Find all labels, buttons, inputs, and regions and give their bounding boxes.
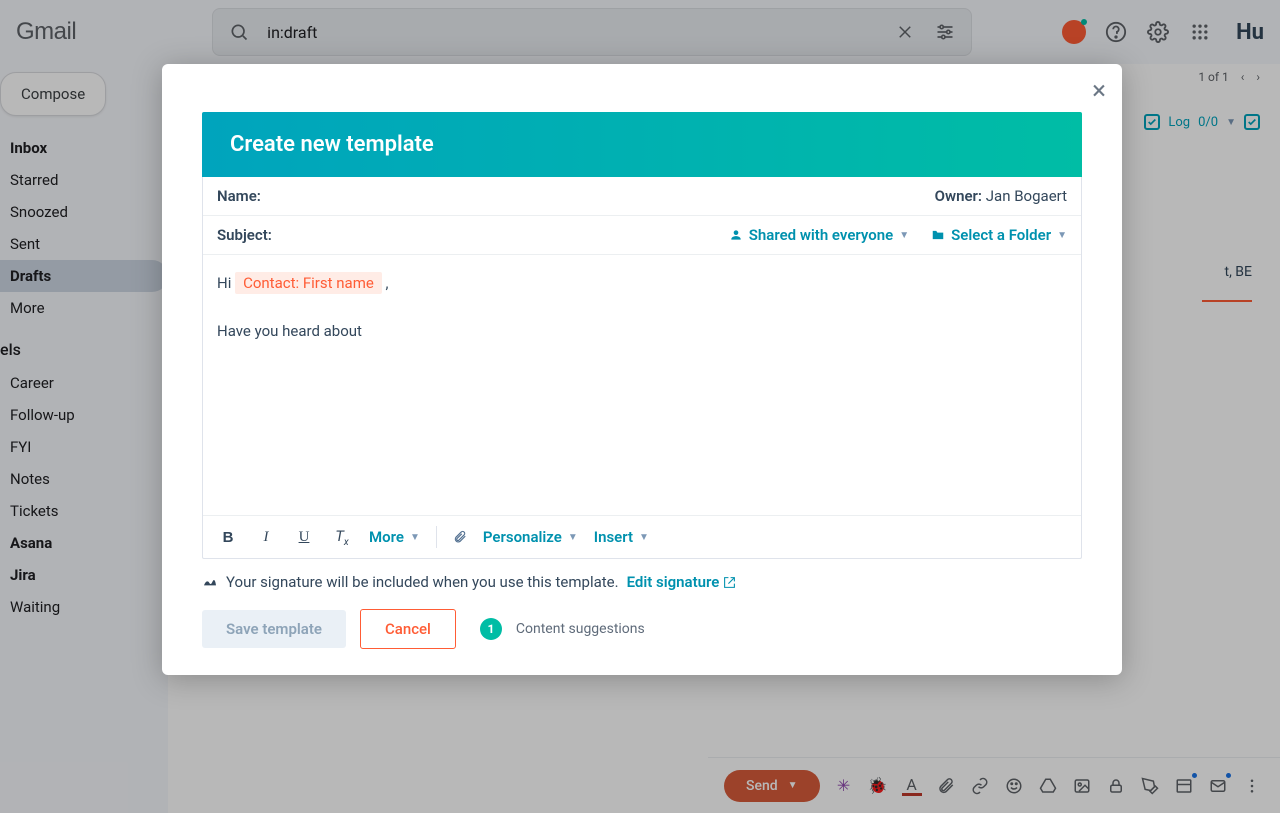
editor-line-1: Hi Contact: First name , <box>217 271 1067 295</box>
name-row: Name: Owner: Jan Bogaert <box>203 177 1081 216</box>
attachment-button[interactable] <box>453 528 467 546</box>
bold-button[interactable]: B <box>217 529 239 546</box>
chevron-down-icon: ▼ <box>639 532 649 543</box>
editor-line-2: Have you heard about <box>217 319 1067 343</box>
user-icon <box>729 228 743 242</box>
underline-button[interactable]: U <box>293 529 315 546</box>
toolbar-divider <box>436 526 437 548</box>
signature-notice: Your signature will be included when you… <box>162 559 1122 591</box>
greeting-comma: , <box>382 274 389 292</box>
folder-icon <box>931 228 945 242</box>
more-formatting-dropdown[interactable]: More ▼ <box>369 528 420 546</box>
template-editor[interactable]: Hi Contact: First name , Have you heard … <box>203 255 1081 515</box>
greeting-text: Hi <box>217 274 235 292</box>
save-template-button[interactable]: Save template <box>202 610 346 648</box>
cancel-button[interactable]: Cancel <box>360 609 456 649</box>
personalize-dropdown[interactable]: Personalize ▼ <box>483 528 578 546</box>
subject-row-right: Shared with everyone ▼ Select a Folder ▼ <box>729 226 1067 244</box>
signature-text: Your signature will be included when you… <box>226 573 619 591</box>
content-suggestions-label[interactable]: Content suggestions <box>516 621 645 637</box>
italic-button[interactable]: I <box>255 529 277 546</box>
modal-title: Create new template <box>202 112 1082 177</box>
shared-with-dropdown[interactable]: Shared with everyone ▼ <box>729 226 909 244</box>
subject-row: Subject: Shared with everyone ▼ Select a… <box>203 216 1081 255</box>
name-input[interactable] <box>269 187 927 205</box>
chevron-down-icon: ▼ <box>410 532 420 543</box>
modal-actions: Save template Cancel 1 Content suggestio… <box>162 591 1122 655</box>
chevron-down-icon: ▼ <box>899 230 909 241</box>
owner-group: Owner: Jan Bogaert <box>935 187 1067 205</box>
editor-toolbar: B I U Tx More ▼ Personalize ▼ Insert ▼ <box>203 515 1081 558</box>
close-icon[interactable]: × <box>1092 76 1106 106</box>
chevron-down-icon: ▼ <box>568 532 578 543</box>
external-link-icon <box>723 576 736 589</box>
content-suggestions-badge[interactable]: 1 <box>480 618 502 640</box>
subject-label: Subject: <box>217 226 272 244</box>
signature-icon <box>202 574 218 590</box>
more-label: More <box>369 528 404 546</box>
personalize-label: Personalize <box>483 528 562 546</box>
edit-signature-link[interactable]: Edit signature <box>627 573 737 591</box>
edit-signature-label: Edit signature <box>627 573 720 591</box>
select-folder-label: Select a Folder <box>951 226 1051 244</box>
personalization-token[interactable]: Contact: First name <box>235 272 382 294</box>
name-label: Name: <box>217 187 261 205</box>
owner-value: Jan Bogaert <box>986 187 1067 205</box>
select-folder-dropdown[interactable]: Select a Folder ▼ <box>931 226 1067 244</box>
shared-with-label: Shared with everyone <box>749 226 893 244</box>
create-template-modal: × Create new template Name: Owner: Jan B… <box>162 64 1122 675</box>
owner-label: Owner: <box>935 187 982 205</box>
insert-dropdown[interactable]: Insert ▼ <box>594 528 649 546</box>
subject-input[interactable] <box>280 226 721 244</box>
clear-formatting-button[interactable]: Tx <box>331 527 353 548</box>
modal-body: Name: Owner: Jan Bogaert Subject: Shared… <box>202 177 1082 559</box>
insert-label: Insert <box>594 528 633 546</box>
chevron-down-icon: ▼ <box>1057 230 1067 241</box>
